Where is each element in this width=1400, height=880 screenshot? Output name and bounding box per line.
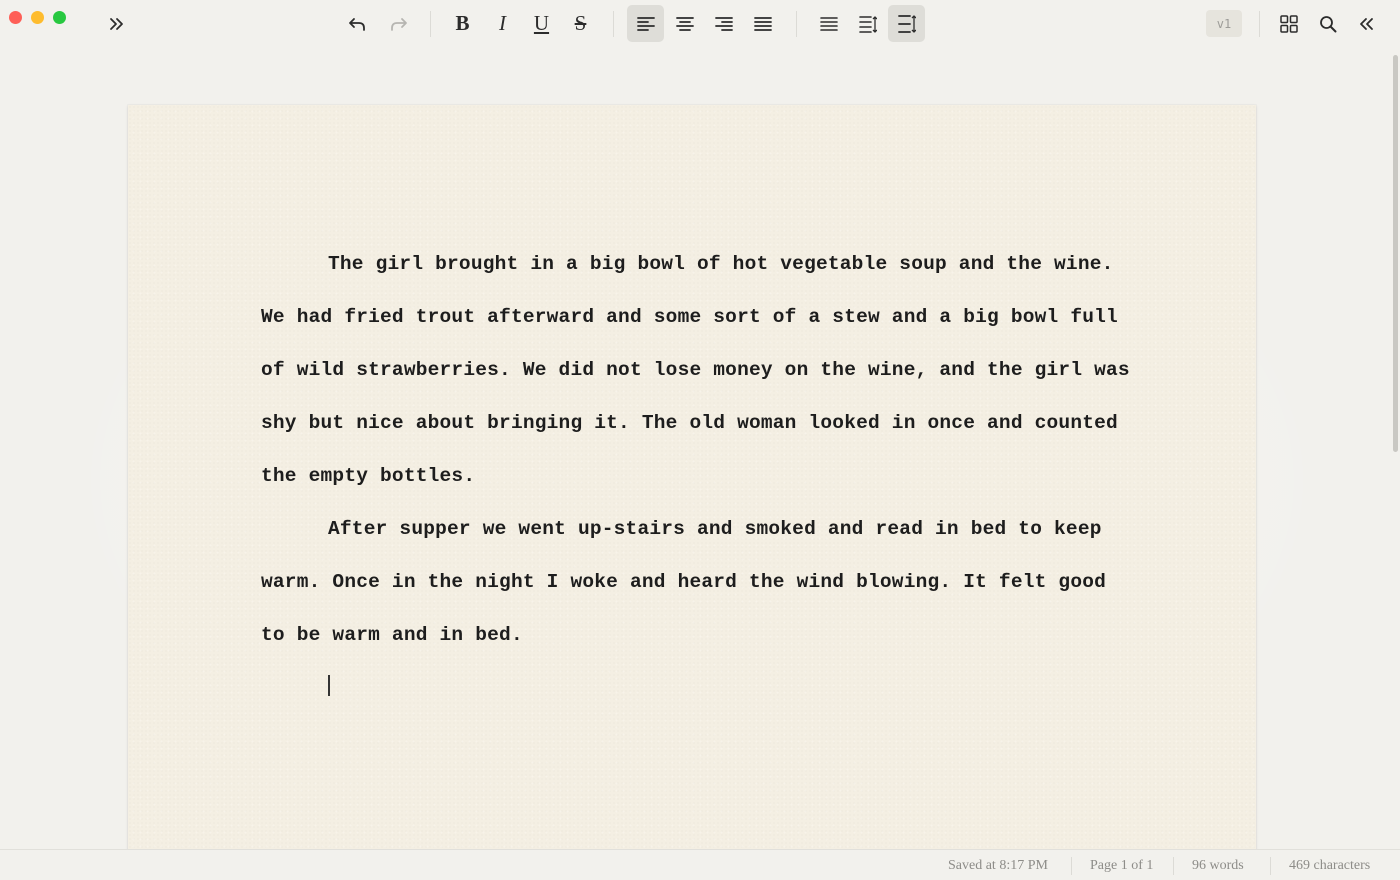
minimize-window-button[interactable] <box>31 11 44 24</box>
justify-button[interactable] <box>744 5 781 42</box>
version-badge[interactable]: v1 <box>1206 10 1242 37</box>
search-button[interactable] <box>1309 5 1346 42</box>
close-window-button[interactable] <box>9 11 22 24</box>
page-count: Page 1 of 1 <box>1090 858 1154 873</box>
status-bar: Saved at 8:17 PM Page 1 of 1 96 words 46… <box>0 849 1400 880</box>
line-spacing-medium-icon <box>858 15 877 33</box>
align-center-button[interactable] <box>666 5 703 42</box>
character-count[interactable]: 469 characters <box>1289 858 1370 874</box>
grid-icon <box>1279 14 1298 33</box>
align-center-icon <box>675 16 694 31</box>
overview-button[interactable] <box>1270 5 1307 42</box>
italic-label: I <box>499 11 506 35</box>
toolbar-divider <box>613 11 614 37</box>
status-divider <box>1173 857 1174 875</box>
status-divider <box>1270 857 1271 875</box>
toolbar: B I U S v1 <box>0 0 1400 48</box>
paragraph[interactable]: After supper we went up-stairs and smoke… <box>261 503 1131 662</box>
redo-button[interactable] <box>380 5 417 42</box>
align-justify-icon <box>753 16 772 31</box>
save-status: Saved at 8:17 PM <box>948 858 1048 873</box>
align-left-icon <box>636 16 655 31</box>
strikethrough-button[interactable]: S <box>562 5 599 42</box>
italic-button[interactable]: I <box>484 5 521 42</box>
maximize-window-button[interactable] <box>53 11 66 24</box>
toolbar-divider <box>1259 11 1260 37</box>
underline-button[interactable]: U <box>523 5 560 42</box>
chevron-double-right-icon <box>108 17 124 31</box>
align-right-button[interactable] <box>705 5 742 42</box>
line-spacing-double-button[interactable] <box>888 5 925 42</box>
line-spacing-single-button[interactable] <box>810 5 847 42</box>
status-divider <box>1071 857 1072 875</box>
redo-icon <box>390 16 408 32</box>
chevron-double-left-icon <box>1359 17 1375 31</box>
paragraph[interactable]: The girl brought in a big bowl of hot ve… <box>261 238 1131 503</box>
expand-sidebar-button[interactable] <box>97 5 134 42</box>
bold-button[interactable]: B <box>444 5 481 42</box>
collapse-panel-button[interactable] <box>1348 5 1385 42</box>
bold-label: B <box>455 11 470 35</box>
editor-window: B I U S v1 The girl brought in a big bow… <box>0 0 1400 880</box>
line-spacing-double-icon <box>897 14 916 33</box>
document-body[interactable]: The girl brought in a big bowl of hot ve… <box>261 238 1131 715</box>
search-icon <box>1319 15 1337 33</box>
empty-paragraph[interactable] <box>261 662 1131 715</box>
word-count[interactable]: 96 words <box>1192 858 1244 874</box>
document-page[interactable]: The girl brought in a big bowl of hot ve… <box>128 105 1256 865</box>
strikethrough-label: S <box>574 11 587 35</box>
align-left-button[interactable] <box>627 5 664 42</box>
underline-label: U <box>533 11 550 35</box>
undo-icon <box>348 16 366 32</box>
undo-button[interactable] <box>338 5 375 42</box>
line-spacing-medium-button[interactable] <box>849 5 886 42</box>
text-cursor <box>328 675 330 696</box>
vertical-scrollbar[interactable] <box>1393 55 1398 452</box>
align-right-icon <box>714 16 733 31</box>
line-spacing-single-icon <box>819 16 838 32</box>
toolbar-divider <box>796 11 797 37</box>
toolbar-divider <box>430 11 431 37</box>
